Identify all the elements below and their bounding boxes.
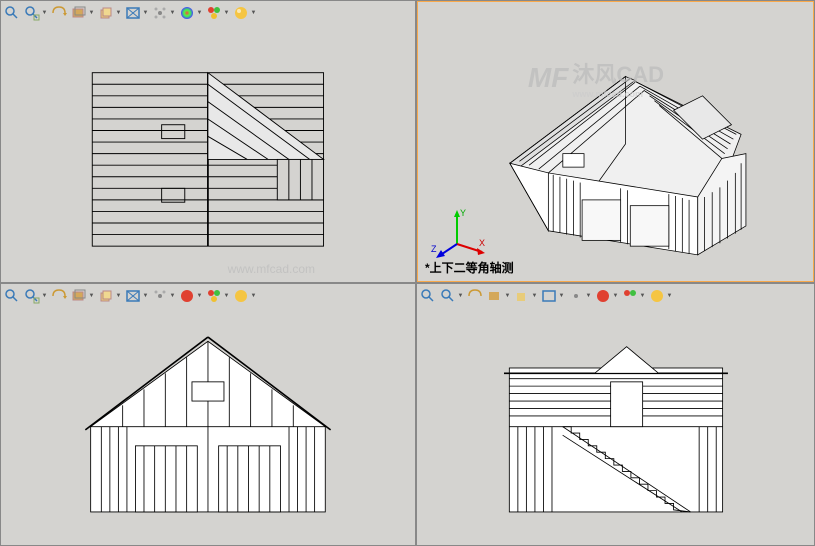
rotate-view-icon[interactable]: [466, 287, 484, 305]
dropdown-icon[interactable]: ▼: [223, 287, 230, 305]
zoom-to-fit-icon[interactable]: [3, 4, 21, 22]
edit-scene-icon[interactable]: [567, 287, 585, 305]
dropdown-icon[interactable]: ▼: [41, 287, 48, 305]
rotate-view-icon[interactable]: [50, 287, 68, 305]
viewport-bottom-left[interactable]: ▼ ▼ ▼ ▼ ▼ ▼ ▼ ▼: [0, 283, 416, 546]
dropdown-icon[interactable]: ▼: [223, 4, 230, 22]
dropdown-icon[interactable]: ▼: [585, 287, 592, 305]
dropdown-icon[interactable]: ▼: [169, 287, 176, 305]
zoom-area-icon[interactable]: [23, 287, 41, 305]
dropdown-icon[interactable]: ▼: [504, 287, 511, 305]
edit-scene-icon[interactable]: [151, 4, 169, 22]
dropdown-icon[interactable]: ▼: [142, 4, 149, 22]
viewport-grid: ▼ ▼ ▼ ▼ ▼ ▼ ▼ ▼: [0, 0, 815, 546]
dropdown-icon[interactable]: ▼: [169, 4, 176, 22]
svg-text:Z: Z: [431, 244, 437, 254]
dropdown-icon[interactable]: ▼: [250, 287, 257, 305]
dropdown-icon[interactable]: ▼: [457, 287, 464, 305]
dropdown-icon[interactable]: ▼: [115, 4, 122, 22]
viewport-toolbar: ▼ ▼ ▼ ▼ ▼ ▼ ▼ ▼: [3, 3, 257, 23]
dropdown-icon[interactable]: ▼: [142, 287, 149, 305]
view-label: *上下二等角轴测: [425, 259, 514, 276]
model-isometric: [452, 38, 780, 269]
section-icon[interactable]: [70, 4, 88, 22]
apply-scene-icon[interactable]: [178, 287, 196, 305]
dropdown-icon[interactable]: ▼: [41, 4, 48, 22]
canvas-top-view[interactable]: [1, 25, 415, 282]
viewport-top-left[interactable]: ▼ ▼ ▼ ▼ ▼ ▼ ▼ ▼: [0, 0, 416, 283]
render-icon[interactable]: [232, 287, 250, 305]
zoom-to-fit-icon[interactable]: [3, 287, 21, 305]
dropdown-icon[interactable]: ▼: [558, 287, 565, 305]
dropdown-icon[interactable]: ▼: [88, 287, 95, 305]
model-top-view: [46, 38, 370, 269]
zoom-to-fit-icon[interactable]: [419, 287, 437, 305]
view-settings-icon[interactable]: [205, 4, 223, 22]
viewport-bottom-right[interactable]: ▼ ▼ ▼ ▼ ▼ ▼ ▼ ▼: [416, 283, 815, 546]
hide-show-icon[interactable]: [540, 287, 558, 305]
apply-scene-icon[interactable]: [594, 287, 612, 305]
apply-scene-icon[interactable]: [178, 4, 196, 22]
render-icon[interactable]: [232, 4, 250, 22]
dropdown-icon[interactable]: ▼: [666, 287, 673, 305]
model-side-section: [456, 320, 776, 533]
canvas-side-view[interactable]: [417, 308, 814, 545]
section-icon[interactable]: [70, 287, 88, 305]
dropdown-icon[interactable]: ▼: [115, 287, 122, 305]
view-settings-icon[interactable]: [621, 287, 639, 305]
axis-gizmo[interactable]: Y X Z: [427, 204, 487, 264]
hide-show-icon[interactable]: [124, 4, 142, 22]
dropdown-icon[interactable]: ▼: [88, 4, 95, 22]
render-icon[interactable]: [648, 287, 666, 305]
zoom-area-icon[interactable]: [439, 287, 457, 305]
edit-scene-icon[interactable]: [151, 287, 169, 305]
svg-text:Y: Y: [460, 208, 466, 218]
canvas-front-view[interactable]: [1, 308, 415, 545]
display-style-icon[interactable]: [97, 4, 115, 22]
dropdown-icon[interactable]: ▼: [196, 287, 203, 305]
display-style-icon[interactable]: [513, 287, 531, 305]
model-front-elevation: [48, 320, 368, 533]
view-settings-icon[interactable]: [205, 287, 223, 305]
viewport-top-right[interactable]: MF 沐风CAD www.mfcad.com: [416, 0, 815, 283]
dropdown-icon[interactable]: ▼: [250, 4, 257, 22]
viewport-toolbar: ▼ ▼ ▼ ▼ ▼ ▼ ▼ ▼: [419, 286, 673, 306]
zoom-area-icon[interactable]: [23, 4, 41, 22]
display-style-icon[interactable]: [97, 287, 115, 305]
dropdown-icon[interactable]: ▼: [639, 287, 646, 305]
viewport-toolbar: ▼ ▼ ▼ ▼ ▼ ▼ ▼ ▼: [3, 286, 257, 306]
dropdown-icon[interactable]: ▼: [196, 4, 203, 22]
svg-text:X: X: [479, 238, 485, 248]
dropdown-icon[interactable]: ▼: [531, 287, 538, 305]
hide-show-icon[interactable]: [124, 287, 142, 305]
dropdown-icon[interactable]: ▼: [612, 287, 619, 305]
rotate-view-icon[interactable]: [50, 4, 68, 22]
section-icon[interactable]: [486, 287, 504, 305]
